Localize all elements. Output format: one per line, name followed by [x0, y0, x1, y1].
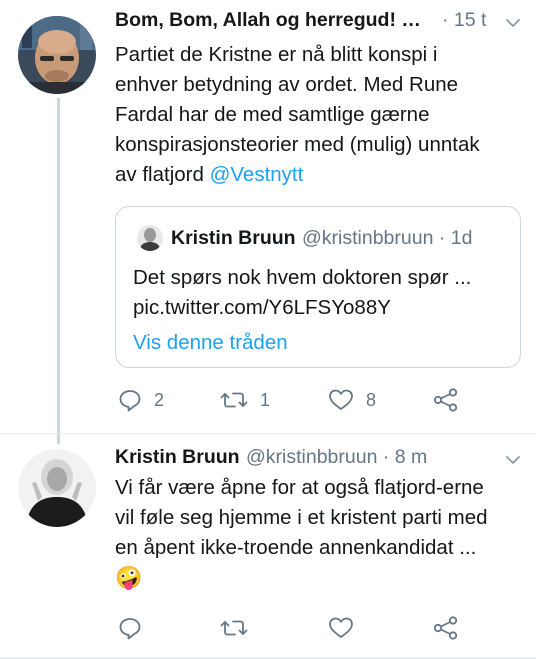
tweet-2-handle-time[interactable]: @kristinbbruun · 8 m — [246, 446, 427, 469]
reply-icon — [119, 390, 141, 412]
retweet-icon — [220, 620, 248, 636]
tweet-1-line-4: konspirasjonsteorier med (mulig) unntak — [115, 133, 480, 156]
quoted-tweet-handle[interactable]: @kristinbbruun · 1d — [302, 227, 472, 250]
share-icon — [433, 388, 458, 412]
like-icon — [329, 389, 353, 410]
chevron-down-icon[interactable] — [505, 452, 521, 473]
like-button[interactable]: 8 — [328, 388, 376, 412]
show-thread-link[interactable]: Vis denne tråden — [133, 328, 288, 358]
retweet-count: 1 — [260, 389, 271, 410]
quoted-tweet-text-line-1: Det spørs nok hvem doktoren spør ... — [133, 266, 472, 289]
tweet-1-text: Partiet de Kristne er nå blitt konspi i … — [115, 40, 525, 190]
like-count: 8 — [366, 389, 377, 410]
thread-connector-line — [57, 98, 60, 444]
tweet-1-avatar[interactable] — [18, 16, 96, 94]
reply-count: 2 — [154, 389, 165, 410]
tweet-divider — [0, 433, 536, 434]
tweet-1-display-name[interactable]: Bom, Bom, Allah og herregud! … — [115, 9, 421, 32]
share-icon — [433, 616, 458, 640]
chevron-down-icon[interactable] — [505, 15, 521, 36]
mention-link[interactable]: @Vestnytt — [210, 163, 304, 186]
tweet-2-text: Vi får være åpne for at også flatjord-er… — [115, 473, 530, 593]
tweet-1-line-2: enhver betydning av ordet. Med Rune — [115, 73, 459, 96]
tweet-1-timestamp[interactable]: · 15 t — [442, 9, 486, 32]
retweet-icon — [220, 392, 248, 408]
retweet-button[interactable]: 1 — [220, 388, 270, 412]
tweet-1-line-1: Partiet de Kristne er nå blitt konspi i — [115, 43, 438, 66]
quoted-tweet-display-name[interactable]: Kristin Bruun — [171, 227, 296, 250]
retweet-button[interactable] — [220, 616, 248, 640]
avatar-photo — [18, 449, 96, 527]
like-button[interactable] — [328, 616, 354, 640]
quoted-tweet-avatar[interactable] — [137, 225, 163, 251]
tweet-1-line-5-text: av flatjord — [115, 163, 210, 186]
tweet-2-line-1: Vi får være åpne for at også flatjord-er… — [115, 476, 484, 499]
tweet-1-line-5: av flatjord @Vestnytt — [115, 160, 525, 190]
tweet-2-line-2: vil føle seg hjemme i et kristent parti … — [115, 506, 488, 529]
share-button[interactable] — [433, 388, 459, 412]
reply-icon — [119, 618, 141, 640]
avatar-photo — [18, 16, 96, 94]
tweet-2-avatar[interactable] — [18, 449, 96, 527]
quoted-tweet-pic-link[interactable]: pic.twitter.com/Y6LFSYo88Y — [133, 293, 391, 323]
tweet-2-display-name[interactable]: Kristin Bruun — [115, 446, 240, 469]
share-button[interactable] — [433, 616, 459, 640]
quoted-tweet-card[interactable]: Kristin Bruun @kristinbbruun · 1d Det sp… — [115, 206, 521, 368]
tweet-2-line-3: en åpent ikke-troende annenkandidat ... — [115, 536, 477, 559]
reply-button[interactable]: 2 — [118, 388, 164, 412]
like-icon — [329, 617, 353, 638]
reply-button[interactable] — [118, 616, 142, 640]
tweet-1-line-3: Fardal har de med samtlige gærne — [115, 103, 430, 126]
zany-face-emoji: 🤪 — [115, 565, 143, 590]
avatar-photo — [137, 225, 163, 251]
